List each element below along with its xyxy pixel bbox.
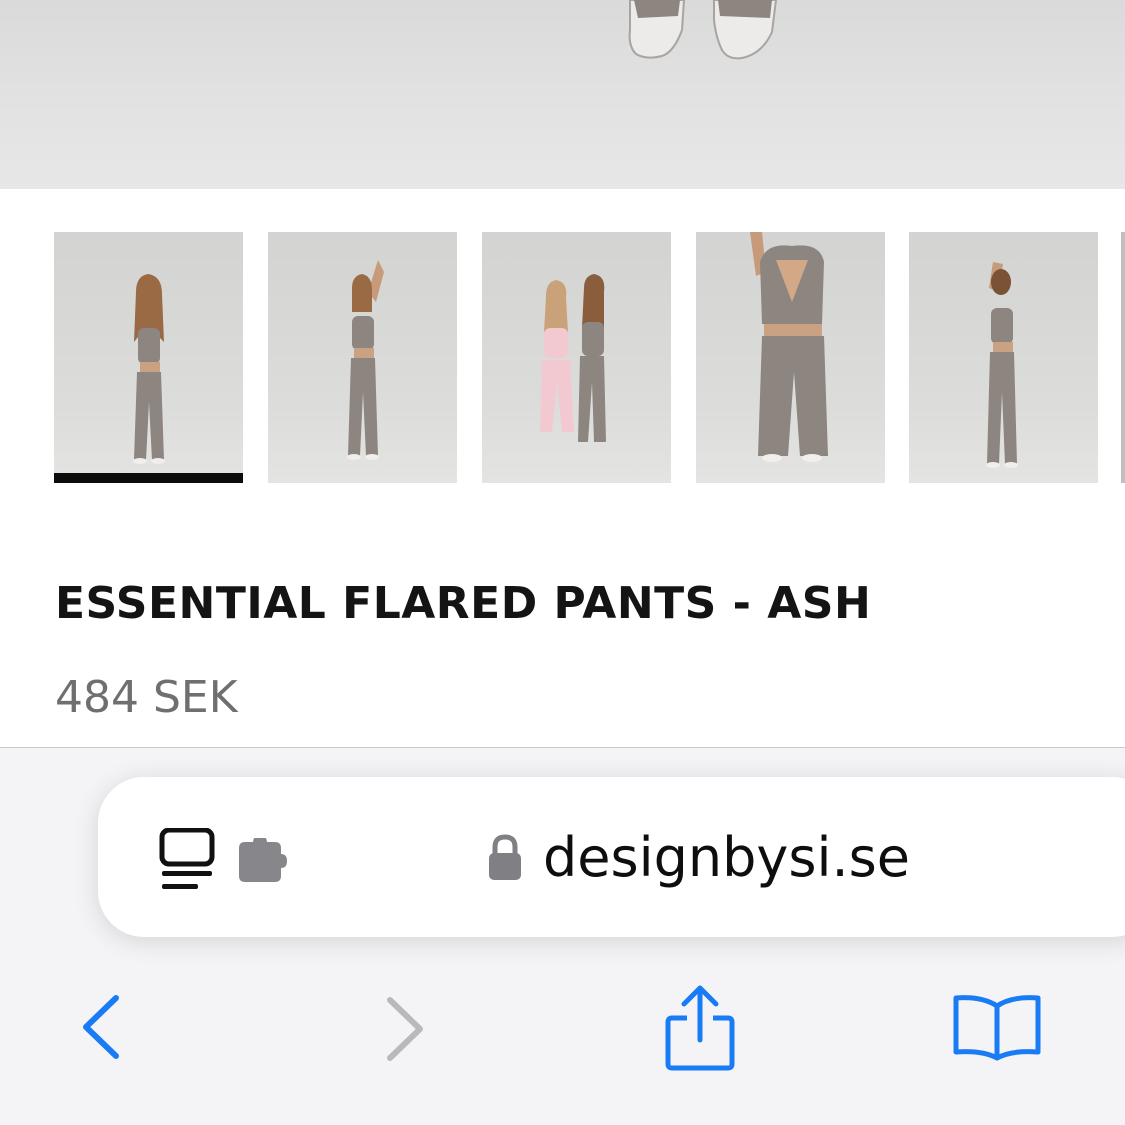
thumbnail-6-partial[interactable] bbox=[1121, 232, 1125, 483]
thumbnail-3[interactable] bbox=[482, 232, 671, 483]
bookmarks-icon[interactable] bbox=[952, 992, 1042, 1062]
model-back-figure bbox=[986, 262, 1018, 468]
two-models-figure bbox=[540, 274, 606, 442]
model-front-figure bbox=[133, 274, 165, 464]
thumbnail-4[interactable] bbox=[696, 232, 885, 483]
active-thumbnail-indicator bbox=[54, 473, 243, 483]
model-pose-figure bbox=[347, 260, 384, 460]
product-title: ESSENTIAL FLARED PANTS - ASH bbox=[55, 578, 872, 629]
lock-icon bbox=[489, 834, 521, 880]
thumbnail-2[interactable] bbox=[268, 232, 457, 483]
back-icon[interactable] bbox=[78, 994, 122, 1060]
share-icon[interactable] bbox=[664, 984, 736, 1072]
thumbnail-1[interactable] bbox=[54, 232, 243, 483]
product-page: ESSENTIAL FLARED PANTS - ASH 484 SEK des… bbox=[0, 0, 1125, 1125]
main-product-image[interactable] bbox=[0, 0, 1125, 189]
page-menu-icon[interactable] bbox=[158, 828, 216, 892]
model-closeup-figure bbox=[750, 232, 828, 462]
model-feet bbox=[628, 0, 778, 60]
address-domain[interactable]: designbysi.se bbox=[543, 826, 910, 889]
thumbnail-5[interactable] bbox=[909, 232, 1098, 483]
thumbnail-strip bbox=[0, 232, 1125, 484]
forward-icon[interactable] bbox=[384, 996, 428, 1062]
product-price: 484 SEK bbox=[55, 672, 238, 723]
puzzle-icon[interactable] bbox=[235, 838, 293, 884]
